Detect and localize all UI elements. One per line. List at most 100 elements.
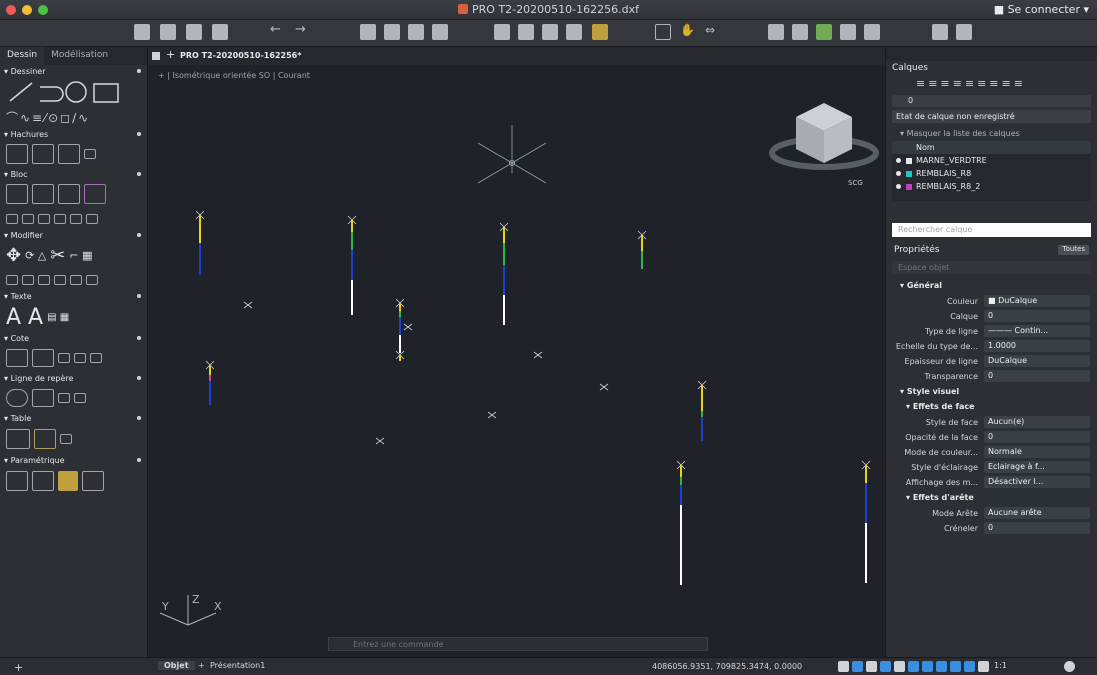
add-presentation-icon[interactable]: +: [198, 661, 205, 670]
block-palette-icon[interactable]: [54, 213, 66, 224]
new-file-icon[interactable]: [134, 24, 150, 40]
layer-color-swatch[interactable]: [906, 184, 912, 190]
explode-icon[interactable]: [86, 274, 98, 285]
property-value[interactable]: ■ DuCalque: [984, 295, 1090, 307]
field-icon[interactable]: [60, 434, 72, 444]
layer-state-dropdown[interactable]: Etat de calque non enregistré: [892, 110, 1091, 123]
polar-icon[interactable]: [880, 661, 891, 672]
osnap-icon[interactable]: [894, 661, 905, 672]
data-extraction-icon[interactable]: [34, 429, 56, 449]
stretch-icon[interactable]: [38, 274, 50, 285]
save-icon[interactable]: [186, 24, 202, 40]
align-leader-icon[interactable]: [58, 393, 70, 403]
layer-isolate-icon[interactable]: [840, 24, 856, 40]
tab-dessin[interactable]: Dessin: [0, 47, 45, 65]
layer-color-swatch[interactable]: [906, 171, 912, 177]
settings-gear-icon[interactable]: [1064, 661, 1075, 672]
dimensional-constraint-icon[interactable]: [32, 471, 54, 491]
leader-icon[interactable]: [6, 389, 28, 407]
gradient-icon[interactable]: [32, 144, 54, 164]
layer-row[interactable]: MARNE_VERDTRE: [892, 154, 1091, 167]
open-file-icon[interactable]: [160, 24, 176, 40]
tab-presentation1[interactable]: Présentation1: [210, 661, 265, 670]
insert-block-icon[interactable]: [542, 24, 558, 40]
property-value[interactable]: Normale: [984, 446, 1090, 458]
layer-manager-icon[interactable]: [768, 24, 784, 40]
snap-icon[interactable]: [852, 661, 863, 672]
hatch-icon[interactable]: [6, 144, 28, 164]
lock-constraint-icon[interactable]: [58, 471, 78, 491]
borehole[interactable]: [395, 298, 405, 353]
group-style-visuel[interactable]: ▾ Style visuel: [886, 384, 1097, 399]
property-value[interactable]: 0: [984, 522, 1090, 534]
section-hachures[interactable]: ▾ Hachures: [0, 128, 147, 140]
orbit-icon[interactable]: ⇔: [705, 23, 721, 39]
borehole[interactable]: [205, 360, 215, 405]
section-repere[interactable]: ▾ Ligne de repère: [0, 372, 147, 384]
drawing-canvas[interactable]: + PRO T2-20200510-162256* + | Isométriqu…: [148, 47, 885, 657]
otrack-icon[interactable]: [908, 661, 919, 672]
insert-block-icon[interactable]: [32, 184, 54, 204]
borehole[interactable]: [637, 230, 647, 269]
palette-tabs[interactable]: [886, 47, 1097, 61]
table-icon[interactable]: [6, 429, 30, 449]
current-layer-dropdown[interactable]: 0: [892, 95, 1091, 107]
text-style-icon[interactable]: [956, 24, 972, 40]
section-bloc[interactable]: ▾ Bloc: [0, 168, 147, 180]
object-space-dropdown[interactable]: Espace objet: [892, 261, 1091, 274]
geometric-constraint-icon[interactable]: [6, 471, 28, 491]
parametric-manager-icon[interactable]: [82, 471, 104, 491]
point-marker[interactable]: [487, 411, 497, 419]
transparency-icon[interactable]: [936, 661, 947, 672]
save-as-icon[interactable]: [212, 24, 228, 40]
layer-properties-icon[interactable]: [792, 24, 808, 40]
multileader-icon[interactable]: [32, 389, 54, 407]
section-parametrique[interactable]: ▾ Paramétrique: [0, 454, 147, 466]
property-value[interactable]: 0: [984, 310, 1090, 322]
property-value[interactable]: 0: [984, 431, 1090, 443]
edit-attribute-icon[interactable]: [38, 213, 50, 224]
match-properties-icon[interactable]: [518, 24, 534, 40]
draw-tools-row2[interactable]: ⌒∿≡⁄⊙◻∕∿: [0, 107, 147, 128]
section-cote[interactable]: ▾ Cote: [0, 332, 147, 344]
borehole[interactable]: [676, 460, 686, 585]
viewcube[interactable]: SCG: [769, 103, 879, 187]
section-modifier[interactable]: ▾ Modifier: [0, 229, 147, 241]
point-marker[interactable]: [375, 437, 385, 445]
tab-modelisation[interactable]: Modélisation: [44, 47, 115, 65]
page-setup-icon[interactable]: [408, 24, 424, 40]
layer-color-swatch[interactable]: [906, 158, 912, 164]
grid-icon[interactable]: [838, 661, 849, 672]
property-value[interactable]: DuCalque: [984, 355, 1090, 367]
point-marker[interactable]: [533, 351, 543, 359]
batch-plot-icon[interactable]: [384, 24, 400, 40]
property-value[interactable]: ——— Contin...: [984, 325, 1090, 337]
property-value[interactable]: 1.0000: [984, 340, 1090, 352]
block-editor-icon[interactable]: [84, 184, 106, 204]
property-value[interactable]: Eclairage à f...: [984, 461, 1090, 473]
layer-tools-icons[interactable]: ≡≡≡≡≡≡≡≡≡: [886, 75, 1097, 93]
sign-in-button[interactable]: ■ Se connecter ▾: [994, 3, 1089, 16]
property-value[interactable]: 0: [984, 370, 1090, 382]
grid-view-icon[interactable]: [152, 52, 160, 60]
dimension-aligned-icon[interactable]: [32, 349, 54, 367]
layer-visibility-icon[interactable]: [896, 158, 901, 163]
dimension-linear-icon[interactable]: [6, 349, 28, 367]
tolerance-icon[interactable]: [90, 353, 102, 363]
property-value[interactable]: Désactiver l...: [984, 476, 1090, 488]
external-references-icon[interactable]: [932, 24, 948, 40]
document-tab[interactable]: PRO T2-20200510-162256*: [180, 51, 301, 60]
new-tab-icon[interactable]: +: [166, 48, 175, 61]
layer-list-tools[interactable]: [892, 205, 1091, 219]
group-effets-arete[interactable]: ▾ Effets d'arête: [886, 490, 1097, 505]
layer-row[interactable]: REMBLAIS_R8: [892, 167, 1091, 180]
command-line[interactable]: Entrez une commande: [328, 637, 708, 651]
layer-search-input[interactable]: Rechercher calque: [892, 223, 1091, 237]
define-attribute-icon[interactable]: [22, 213, 34, 224]
layer-freeze-icon[interactable]: [864, 24, 880, 40]
xref-icon[interactable]: [592, 24, 608, 40]
layer-list-header[interactable]: Nom: [892, 141, 1091, 154]
create-block-icon[interactable]: [6, 184, 28, 204]
annotation-icon[interactable]: [964, 661, 975, 672]
text-tools[interactable]: A A ▤ ▦: [0, 302, 147, 332]
